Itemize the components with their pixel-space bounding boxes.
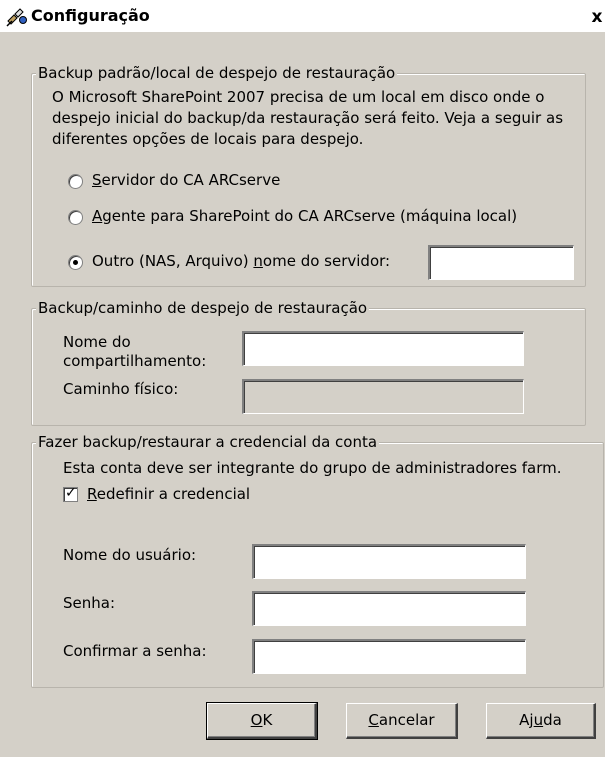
dump-location-description: O Microsoft SharePoint 2007 precisa de u… [52, 88, 564, 148]
share-name-input[interactable] [242, 331, 524, 366]
window-title: Configuração [31, 6, 150, 25]
server-name-input[interactable] [428, 245, 574, 280]
help-button[interactable]: Ajuda [486, 703, 596, 739]
credential-description: Esta conta deve ser integrante do grupo … [63, 459, 562, 477]
radio-sharepoint-agent-label[interactable]: Agente para SharePoint do CA ARCserve (m… [92, 207, 517, 225]
settings-hand-icon [6, 8, 27, 27]
checkmark-icon: ✓ [65, 485, 77, 501]
radio-other-server[interactable] [68, 255, 83, 270]
ok-button[interactable]: OK [206, 702, 318, 740]
radio-selected-dot [73, 260, 78, 265]
cancel-button[interactable]: Cancelar [346, 703, 458, 739]
configuration-dialog: Configuração x Backup padrão/local de de… [0, 0, 605, 757]
confirm-password-input[interactable] [252, 639, 526, 674]
dump-path-legend: Backup/caminho de despejo de restauração [36, 299, 370, 317]
physical-path-label: Caminho físico: [63, 380, 179, 398]
username-label: Nome do usuário: [63, 546, 197, 564]
dump-location-legend: Backup padrão/local de despejo de restau… [36, 64, 398, 82]
confirm-password-label: Confirmar a senha: [63, 642, 207, 660]
title-bar[interactable]: Configuração x [0, 0, 605, 32]
credential-legend: Fazer backup/restaurar a credencial da c… [36, 433, 380, 451]
reset-credential-checkbox[interactable]: ✓ [63, 485, 78, 502]
radio-ca-server[interactable] [68, 174, 83, 189]
password-input[interactable] [252, 591, 526, 626]
reset-credential-label[interactable]: Redefinir a credencial [87, 485, 250, 503]
share-name-label: Nome do compartilhamento: [63, 333, 207, 370]
physical-path-input[interactable] [242, 379, 524, 414]
radio-ca-server-label[interactable]: Servidor do CA ARCserve [92, 171, 280, 189]
username-input[interactable] [252, 544, 526, 579]
close-icon[interactable]: x [590, 8, 604, 26]
radio-sharepoint-agent[interactable] [68, 210, 83, 225]
radio-other-server-label[interactable]: Outro (NAS, Arquivo) nome do servidor: [92, 252, 390, 270]
password-label: Senha: [63, 594, 116, 612]
